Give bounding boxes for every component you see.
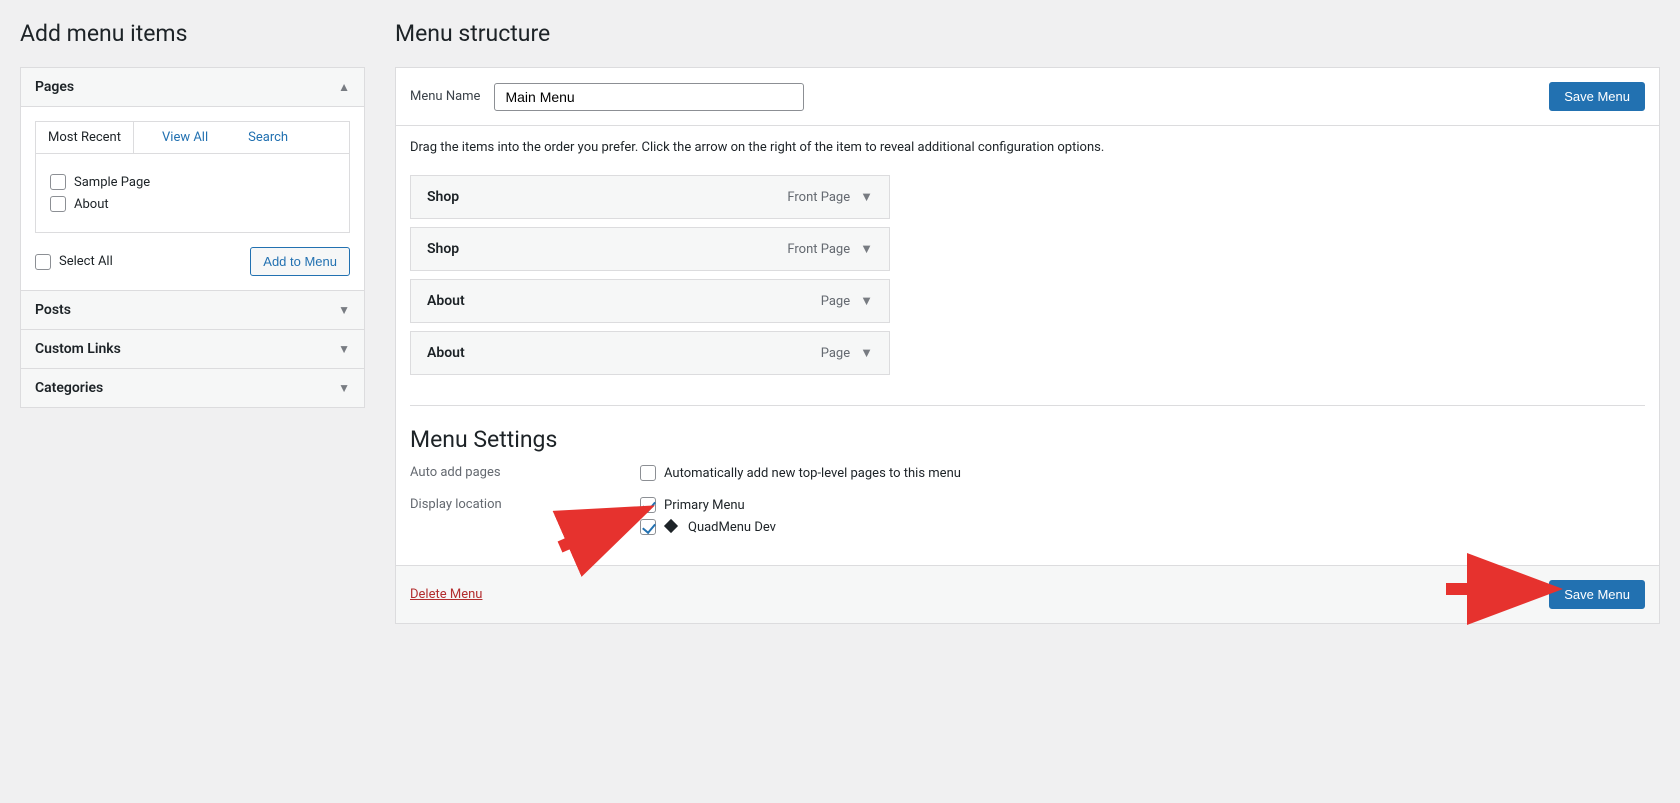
menu-name-label: Menu Name (410, 89, 480, 104)
select-all-row[interactable]: Select All (35, 254, 113, 270)
triangle-down-icon: ▼ (338, 381, 350, 395)
menu-item-title: About (427, 345, 465, 361)
select-all-label: Select All (59, 254, 113, 269)
pages-tab-content: Sample Page About (35, 153, 350, 233)
panel-categories-header[interactable]: Categories ▼ (21, 369, 364, 407)
menu-item[interactable]: About Page ▼ (410, 279, 890, 323)
display-location-row: Display location Primary Menu QuadMenu D… (410, 497, 1645, 541)
menu-name-input[interactable] (494, 83, 804, 111)
menu-header: Menu Name Save Menu (396, 68, 1659, 126)
triangle-up-icon: ▲ (338, 80, 350, 94)
menu-item[interactable]: Shop Front Page ▼ (410, 175, 890, 219)
menu-item-title: Shop (427, 241, 459, 257)
panel-pages-title: Pages (35, 79, 74, 95)
panel-categories-title: Categories (35, 380, 103, 396)
save-menu-bottom-button[interactable]: Save Menu (1549, 580, 1645, 609)
tab-view-all[interactable]: View All (150, 122, 220, 153)
menu-structure-heading: Menu structure (395, 20, 1660, 47)
triangle-down-icon[interactable]: ▼ (860, 189, 873, 205)
location-quadmenu[interactable]: QuadMenu Dev (640, 519, 776, 535)
add-menu-items-heading: Add menu items (20, 20, 365, 47)
menu-settings-heading: Menu Settings (410, 426, 1645, 453)
annotation-arrow-icon (1444, 572, 1554, 611)
panel-posts-title: Posts (35, 302, 71, 318)
page-item-about-checkbox[interactable] (50, 196, 66, 212)
display-location-label: Display location (410, 497, 640, 541)
page-item-label: About (74, 197, 109, 212)
accordion: Pages ▲ Most Recent View All Search Samp… (20, 67, 365, 408)
menu-item-type: Front Page ▼ (787, 241, 873, 257)
panel-pages-header[interactable]: Pages ▲ (21, 68, 364, 107)
menu-items-list: Shop Front Page ▼ Shop Front Page ▼ (410, 175, 1645, 375)
separator (410, 405, 1645, 406)
triangle-down-icon[interactable]: ▼ (860, 241, 873, 257)
panel-posts-header[interactable]: Posts ▼ (21, 291, 364, 330)
drag-instructions: Drag the items into the order you prefer… (410, 140, 1645, 155)
save-menu-top-button[interactable]: Save Menu (1549, 82, 1645, 111)
triangle-down-icon[interactable]: ▼ (860, 345, 873, 361)
menu-item[interactable]: Shop Front Page ▼ (410, 227, 890, 271)
triangle-down-icon[interactable]: ▼ (860, 293, 873, 309)
select-all-checkbox[interactable] (35, 254, 51, 270)
panel-custom-links-header[interactable]: Custom Links ▼ (21, 330, 364, 369)
menu-item-title: About (427, 293, 465, 309)
page-item-label: Sample Page (74, 175, 150, 190)
delete-menu-link[interactable]: Delete Menu (410, 587, 482, 602)
location-primary-checkbox[interactable] (640, 497, 656, 513)
menu-footer: Delete Menu Save Menu (396, 565, 1659, 623)
menu-item-type: Front Page ▼ (787, 189, 873, 205)
location-primary[interactable]: Primary Menu (640, 497, 776, 513)
location-quadmenu-checkbox[interactable] (640, 519, 656, 535)
page-item-about[interactable]: About (50, 196, 335, 212)
menu-item-title: Shop (427, 189, 459, 205)
page-item-sample[interactable]: Sample Page (50, 174, 335, 190)
diamond-icon (664, 519, 678, 533)
menu-item[interactable]: About Page ▼ (410, 331, 890, 375)
auto-add-row: Auto add pages Automatically add new top… (410, 465, 1645, 487)
menu-box: Menu Name Save Menu Drag the items into … (395, 67, 1660, 624)
auto-add-label: Auto add pages (410, 465, 640, 487)
auto-add-option[interactable]: Automatically add new top-level pages to… (640, 465, 961, 481)
menu-body: Drag the items into the order you prefer… (396, 126, 1659, 565)
tab-most-recent[interactable]: Most Recent (36, 122, 134, 153)
triangle-down-icon: ▼ (338, 303, 350, 317)
tab-search[interactable]: Search (236, 122, 300, 153)
add-to-menu-button[interactable]: Add to Menu (250, 247, 350, 276)
panel-custom-links-title: Custom Links (35, 341, 121, 357)
menu-item-type: Page ▼ (821, 293, 873, 309)
page-item-sample-checkbox[interactable] (50, 174, 66, 190)
panel-pages-body: Most Recent View All Search Sample Page … (21, 107, 364, 291)
pages-tabs: Most Recent View All Search (35, 121, 350, 153)
menu-item-type: Page ▼ (821, 345, 873, 361)
triangle-down-icon: ▼ (338, 342, 350, 356)
auto-add-checkbox[interactable] (640, 465, 656, 481)
